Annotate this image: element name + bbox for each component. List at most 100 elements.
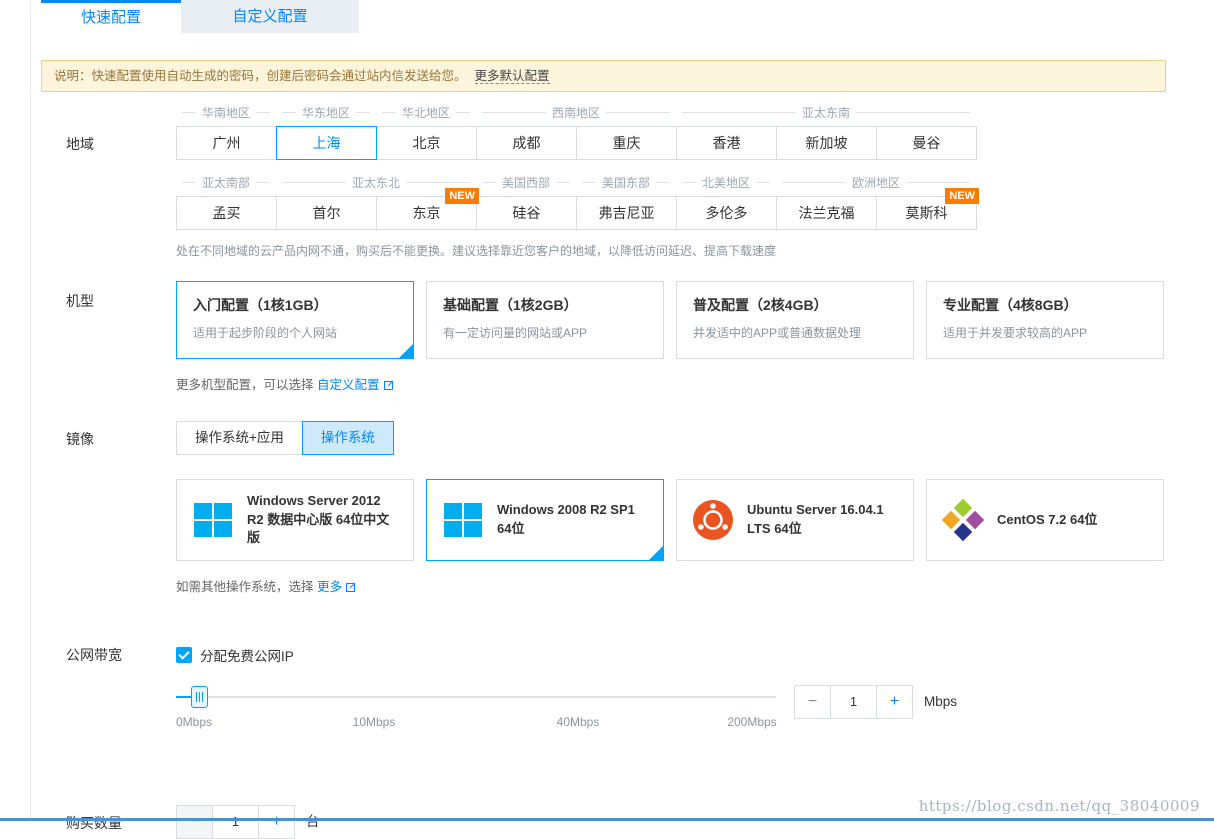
- bandwidth-section-label: 公网带宽: [31, 645, 176, 733]
- free-public-ip-checkbox[interactable]: [176, 647, 192, 663]
- region-button-label: 东京: [413, 205, 441, 221]
- region-button-virginia[interactable]: 弗吉尼亚: [576, 196, 677, 230]
- csdn-watermark: https://blog.csdn.net/qq_38040009: [919, 797, 1200, 815]
- external-link-icon: [346, 583, 355, 592]
- image-note-text: 如需其他操作系统，选择: [176, 580, 314, 594]
- os-card-win2008[interactable]: Windows 2008 R2 SP1 64位: [426, 479, 664, 561]
- toggle-os-only[interactable]: 操作系统: [302, 421, 394, 455]
- region-group-east-china: 华东地区 上海: [276, 104, 376, 160]
- machine-cards: 入门配置（1核1GB） 适用于起步阶段的个人网站 基础配置（1核2GB） 有一定…: [176, 281, 1214, 359]
- region-button-chengdu[interactable]: 成都: [476, 126, 577, 160]
- region-group-name: 亚太南部: [176, 174, 276, 190]
- region-group-north-america: 北美地区 多伦多: [676, 174, 776, 230]
- more-os-link-label: 更多: [317, 580, 342, 594]
- region-group-us-east: 美国东部 弗吉尼亚: [576, 174, 676, 230]
- quantity-unit-label: 台: [306, 805, 320, 839]
- region-group-name: 华南地区: [176, 104, 276, 120]
- centos-logo-icon: [941, 498, 985, 542]
- region-section-label: 地域: [31, 104, 176, 259]
- slider-track[interactable]: [176, 696, 776, 698]
- region-group-name: 美国东部: [576, 174, 676, 190]
- tab-bar: 快速配置 自定义配置: [41, 0, 1214, 33]
- image-section: 镜像 操作系统+应用 操作系统 Windows Server 2012 R2 数…: [31, 421, 1214, 595]
- region-button-moscow[interactable]: 莫斯科 NEW: [876, 196, 977, 230]
- machine-card-entry[interactable]: 入门配置（1核1GB） 适用于起步阶段的个人网站: [176, 281, 414, 359]
- custom-config-link[interactable]: 自定义配置: [317, 378, 393, 392]
- region-button-mumbai[interactable]: 孟买: [176, 196, 277, 230]
- region-button-bangkok[interactable]: 曼谷: [876, 126, 977, 160]
- machine-card-desc: 适用于并发要求较高的APP: [943, 324, 1147, 341]
- slider-tick-200: 200Mbps: [727, 715, 776, 729]
- region-button-label: 莫斯科: [906, 205, 948, 221]
- machine-note-text: 更多机型配置，可以选择: [176, 378, 314, 392]
- tab-custom-config[interactable]: 自定义配置: [181, 0, 359, 33]
- region-button-guangzhou[interactable]: 广州: [176, 126, 277, 160]
- quantity-value-input[interactable]: 1: [212, 805, 259, 839]
- region-group-north-china: 华北地区 北京: [376, 104, 476, 160]
- os-cards: Windows Server 2012 R2 数据中心版 64位中文版 Wind…: [176, 479, 1214, 561]
- region-button-chongqing[interactable]: 重庆: [576, 126, 677, 160]
- more-os-link[interactable]: 更多: [317, 580, 355, 594]
- bandwidth-value-input[interactable]: 1: [830, 685, 877, 719]
- region-button-seoul[interactable]: 首尔: [276, 196, 377, 230]
- bandwidth-slider[interactable]: 0Mbps 10Mbps 40Mbps 200Mbps: [176, 685, 776, 733]
- image-type-toggle: 操作系统+应用 操作系统: [176, 421, 1214, 455]
- config-panel: 快速配置 自定义配置 说明：快速配置使用自动生成的密码，创建后密码会通过站内信发…: [30, 0, 1214, 821]
- region-group-apac-se: 亚太东南 香港 新加坡 曼谷: [676, 104, 976, 160]
- region-note: 处在不同地域的云产品内网不通，购买后不能更换。建议选择靠近您客户的地域，以降低访…: [176, 242, 1214, 259]
- slider-handle[interactable]: [191, 686, 208, 708]
- toggle-os-plus-app[interactable]: 操作系统+应用: [176, 421, 303, 455]
- external-link-icon: [384, 381, 393, 390]
- ubuntu-logo-icon: [691, 498, 735, 542]
- new-badge: NEW: [945, 188, 979, 204]
- machine-card-desc: 有一定访问量的网站或APP: [443, 324, 647, 341]
- os-card-title: Windows Server 2012 R2 数据中心版 64位中文版: [247, 492, 399, 549]
- region-group-name: 西南地区: [476, 104, 676, 120]
- os-card-ubuntu[interactable]: Ubuntu Server 16.04.1 LTS 64位: [676, 479, 914, 561]
- region-group-name: 北美地区: [676, 174, 776, 190]
- region-group-us-west: 美国西部 硅谷: [476, 174, 576, 230]
- region-button-siliconvalley[interactable]: 硅谷: [476, 196, 577, 230]
- bandwidth-section: 公网带宽 分配免费公网IP 0Mbps 10Mbps 40Mbps 200Mbp…: [31, 645, 1214, 733]
- os-card-title: Ubuntu Server 16.04.1 LTS 64位: [747, 501, 899, 539]
- machine-section-label: 机型: [31, 281, 176, 393]
- slider-tick-0: 0Mbps: [176, 715, 212, 729]
- machine-card-pro[interactable]: 专业配置（4核8GB） 适用于并发要求较高的APP: [926, 281, 1164, 359]
- region-button-beijing[interactable]: 北京: [376, 126, 477, 160]
- region-button-shanghai[interactable]: 上海: [276, 126, 377, 160]
- region-button-tokyo[interactable]: 东京 NEW: [376, 196, 477, 230]
- machine-card-desc: 适用于起步阶段的个人网站: [193, 324, 397, 341]
- os-card-win2012[interactable]: Windows Server 2012 R2 数据中心版 64位中文版: [176, 479, 414, 561]
- machine-section: 机型 入门配置（1核1GB） 适用于起步阶段的个人网站 基础配置（1核2GB） …: [31, 281, 1214, 393]
- region-group-south-china: 华南地区 广州: [176, 104, 276, 160]
- windows-logo-icon: [191, 498, 235, 542]
- region-group-southwest: 西南地区 成都 重庆: [476, 104, 676, 160]
- os-card-title: Windows 2008 R2 SP1 64位: [497, 501, 649, 539]
- new-badge: NEW: [445, 188, 479, 204]
- region-row-2: 亚太南部 孟买 亚太东北 首尔 东京 NEW: [176, 174, 1214, 230]
- region-button-hongkong[interactable]: 香港: [676, 126, 777, 160]
- region-button-singapore[interactable]: 新加坡: [776, 126, 877, 160]
- region-group-name: 美国西部: [476, 174, 576, 190]
- machine-card-basic[interactable]: 基础配置（1核2GB） 有一定访问量的网站或APP: [426, 281, 664, 359]
- region-row-1: 华南地区 广州 华东地区 上海 华北地区 北京: [176, 104, 1214, 160]
- windows-logo-icon: [441, 498, 485, 542]
- bandwidth-stepper: − 1 +: [794, 685, 912, 719]
- region-group-name: 亚太东南: [676, 104, 976, 120]
- tab-quick-config[interactable]: 快速配置: [41, 0, 181, 33]
- image-section-label: 镜像: [31, 421, 176, 595]
- bandwidth-minus-button[interactable]: −: [794, 685, 831, 719]
- region-button-frankfurt[interactable]: 法兰克福: [776, 196, 877, 230]
- slider-tick-10: 10Mbps: [353, 715, 396, 729]
- notice-text: 说明：快速配置使用自动生成的密码，创建后密码会通过站内信发送给您。: [54, 69, 467, 83]
- notice-more-default-link[interactable]: 更多默认配置: [475, 69, 550, 84]
- quantity-minus-button[interactable]: −: [176, 805, 213, 839]
- machine-card-title: 专业配置（4核8GB）: [943, 295, 1147, 315]
- machine-card-popular[interactable]: 普及配置（2核4GB） 并发适中的APP或普通数据处理: [676, 281, 914, 359]
- region-button-toronto[interactable]: 多伦多: [676, 196, 777, 230]
- os-card-centos[interactable]: CentOS 7.2 64位: [926, 479, 1164, 561]
- region-group-name: 华北地区: [376, 104, 476, 120]
- bandwidth-plus-button[interactable]: +: [876, 685, 913, 719]
- quantity-plus-button[interactable]: +: [258, 805, 295, 839]
- region-section: 地域 华南地区 广州 华东地区 上海 华北地区: [31, 104, 1214, 259]
